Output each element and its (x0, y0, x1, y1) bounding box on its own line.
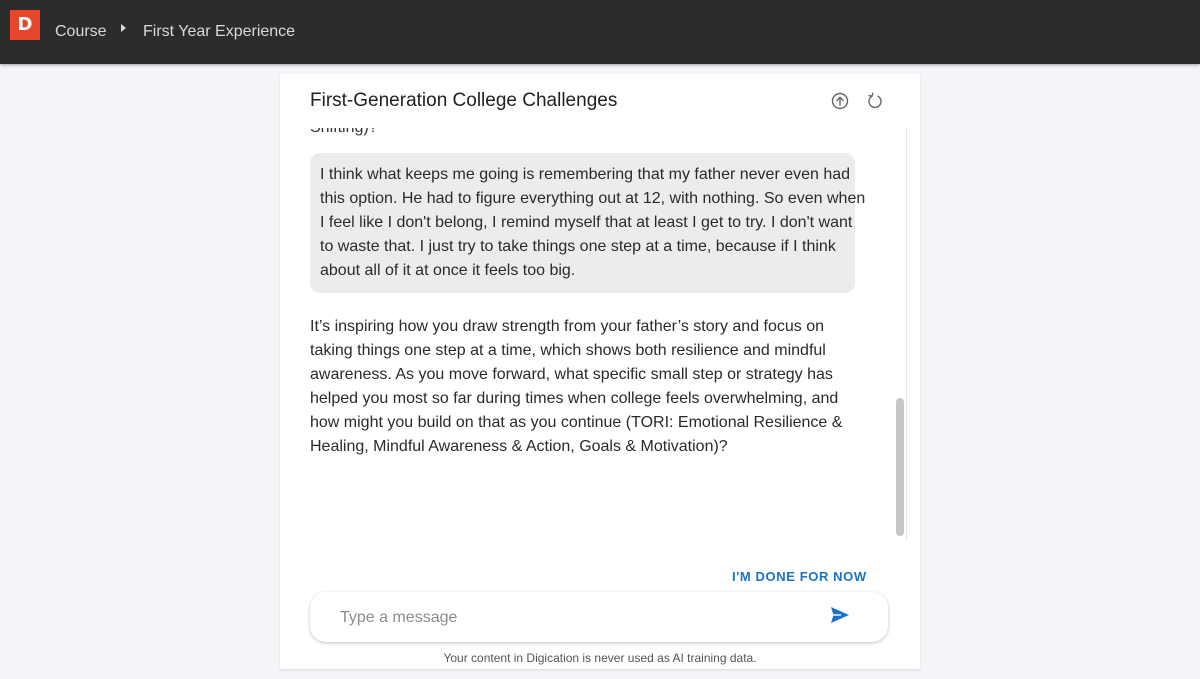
refresh-icon[interactable] (865, 91, 885, 111)
user-message-text: I think what keeps me going is rememberi… (320, 166, 866, 279)
breadcrumb-course[interactable]: Course (55, 22, 107, 42)
done-for-now-button[interactable]: I'M DONE FOR NOW (732, 569, 867, 585)
assistant-message-text: It’s inspiring how you draw strength fro… (310, 318, 843, 455)
conversation-scroll-area[interactable]: Shifting)? I think what keeps me going i… (280, 128, 905, 540)
conversation-scrollbar[interactable] (893, 128, 907, 540)
clipped-previous-message: Shifting)? (310, 128, 378, 140)
user-message-bubble: I think what keeps me going is rememberi… (310, 153, 865, 293)
privacy-footnote: Your content in Digication is never used… (443, 651, 757, 665)
send-icon[interactable] (830, 606, 854, 628)
breadcrumb-chevron-icon (121, 24, 126, 32)
chat-title: First-Generation College Challenges (310, 90, 618, 111)
top-navigation-bar: D Course First Year Experience (0, 0, 1200, 64)
chat-card: First-Generation College Challenges Shif… (280, 74, 920, 669)
breadcrumb-current[interactable]: First Year Experience (143, 22, 295, 42)
message-input[interactable] (338, 605, 822, 631)
message-composer (310, 592, 888, 642)
scrollbar-track (906, 128, 907, 540)
scrollbar-thumb[interactable] (896, 398, 904, 536)
digication-logo[interactable]: D (10, 10, 40, 40)
upload-icon[interactable] (830, 91, 850, 111)
